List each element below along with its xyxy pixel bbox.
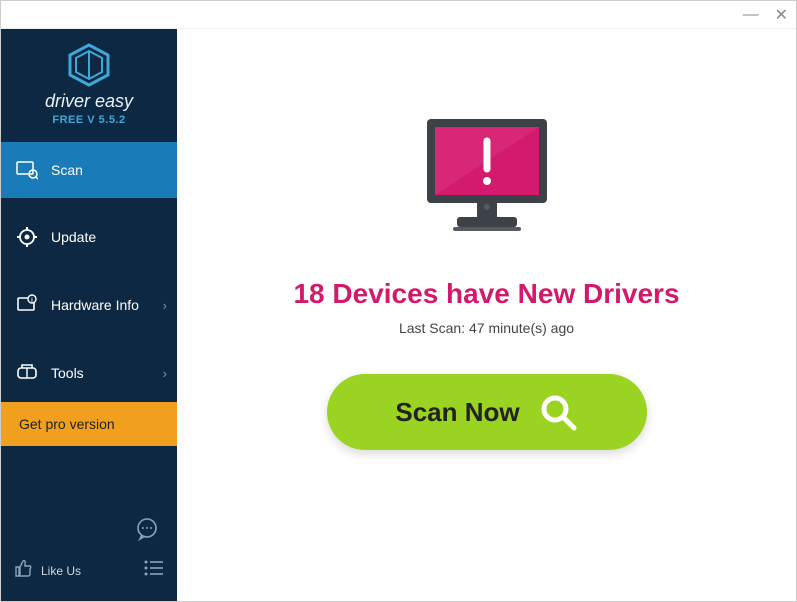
sidebar-item-label: Hardware Info <box>51 297 139 313</box>
nav: Scan Update i Hardware Info › <box>1 142 177 402</box>
thumbs-up-icon <box>13 558 33 583</box>
sidebar-bottom: Like Us <box>1 507 177 601</box>
menu-icon[interactable] <box>143 559 165 582</box>
sidebar-item-hardware[interactable]: i Hardware Info › <box>1 276 177 334</box>
titlebar: — ✕ <box>1 1 796 29</box>
app-name: driver easy <box>1 91 177 112</box>
logo: driver easy FREE V 5.5.2 <box>1 29 177 142</box>
like-us-label: Like Us <box>41 564 81 578</box>
scan-now-label: Scan Now <box>395 397 519 428</box>
sidebar-item-label: Scan <box>51 162 83 178</box>
get-pro-button[interactable]: Get pro version <box>1 402 177 446</box>
app-version: FREE V 5.5.2 <box>1 114 177 126</box>
scan-now-button[interactable]: Scan Now <box>327 374 647 450</box>
sidebar-item-tools[interactable]: Tools › <box>1 344 177 402</box>
gear-icon <box>15 225 39 249</box>
main-panel: 18 Devices have New Drivers Last Scan: 4… <box>177 29 796 601</box>
sidebar: driver easy FREE V 5.5.2 Scan Update <box>1 29 177 601</box>
like-us-button[interactable]: Like Us <box>13 558 81 583</box>
chat-icon[interactable] <box>135 517 159 546</box>
last-scan-text: Last Scan: 47 minute(s) ago <box>399 320 574 336</box>
sidebar-item-scan[interactable]: Scan <box>1 142 177 198</box>
sidebar-item-update[interactable]: Update <box>1 208 177 266</box>
close-button[interactable]: ✕ <box>775 5 788 25</box>
get-pro-label: Get pro version <box>19 416 115 432</box>
status-headline: 18 Devices have New Drivers <box>293 278 679 310</box>
sidebar-item-label: Tools <box>51 365 84 381</box>
sidebar-item-label: Update <box>51 229 96 245</box>
monitor-alert-icon <box>417 113 557 248</box>
chevron-right-icon: › <box>163 298 167 313</box>
chevron-right-icon: › <box>163 366 167 381</box>
minimize-button[interactable]: — <box>743 6 759 24</box>
search-icon <box>538 392 578 432</box>
scan-icon <box>15 158 39 182</box>
hardware-icon: i <box>15 293 39 317</box>
logo-icon <box>66 43 112 87</box>
tools-icon <box>15 361 39 385</box>
app-window: — ✕ driver easy FREE V 5.5.2 Scan <box>0 0 797 602</box>
